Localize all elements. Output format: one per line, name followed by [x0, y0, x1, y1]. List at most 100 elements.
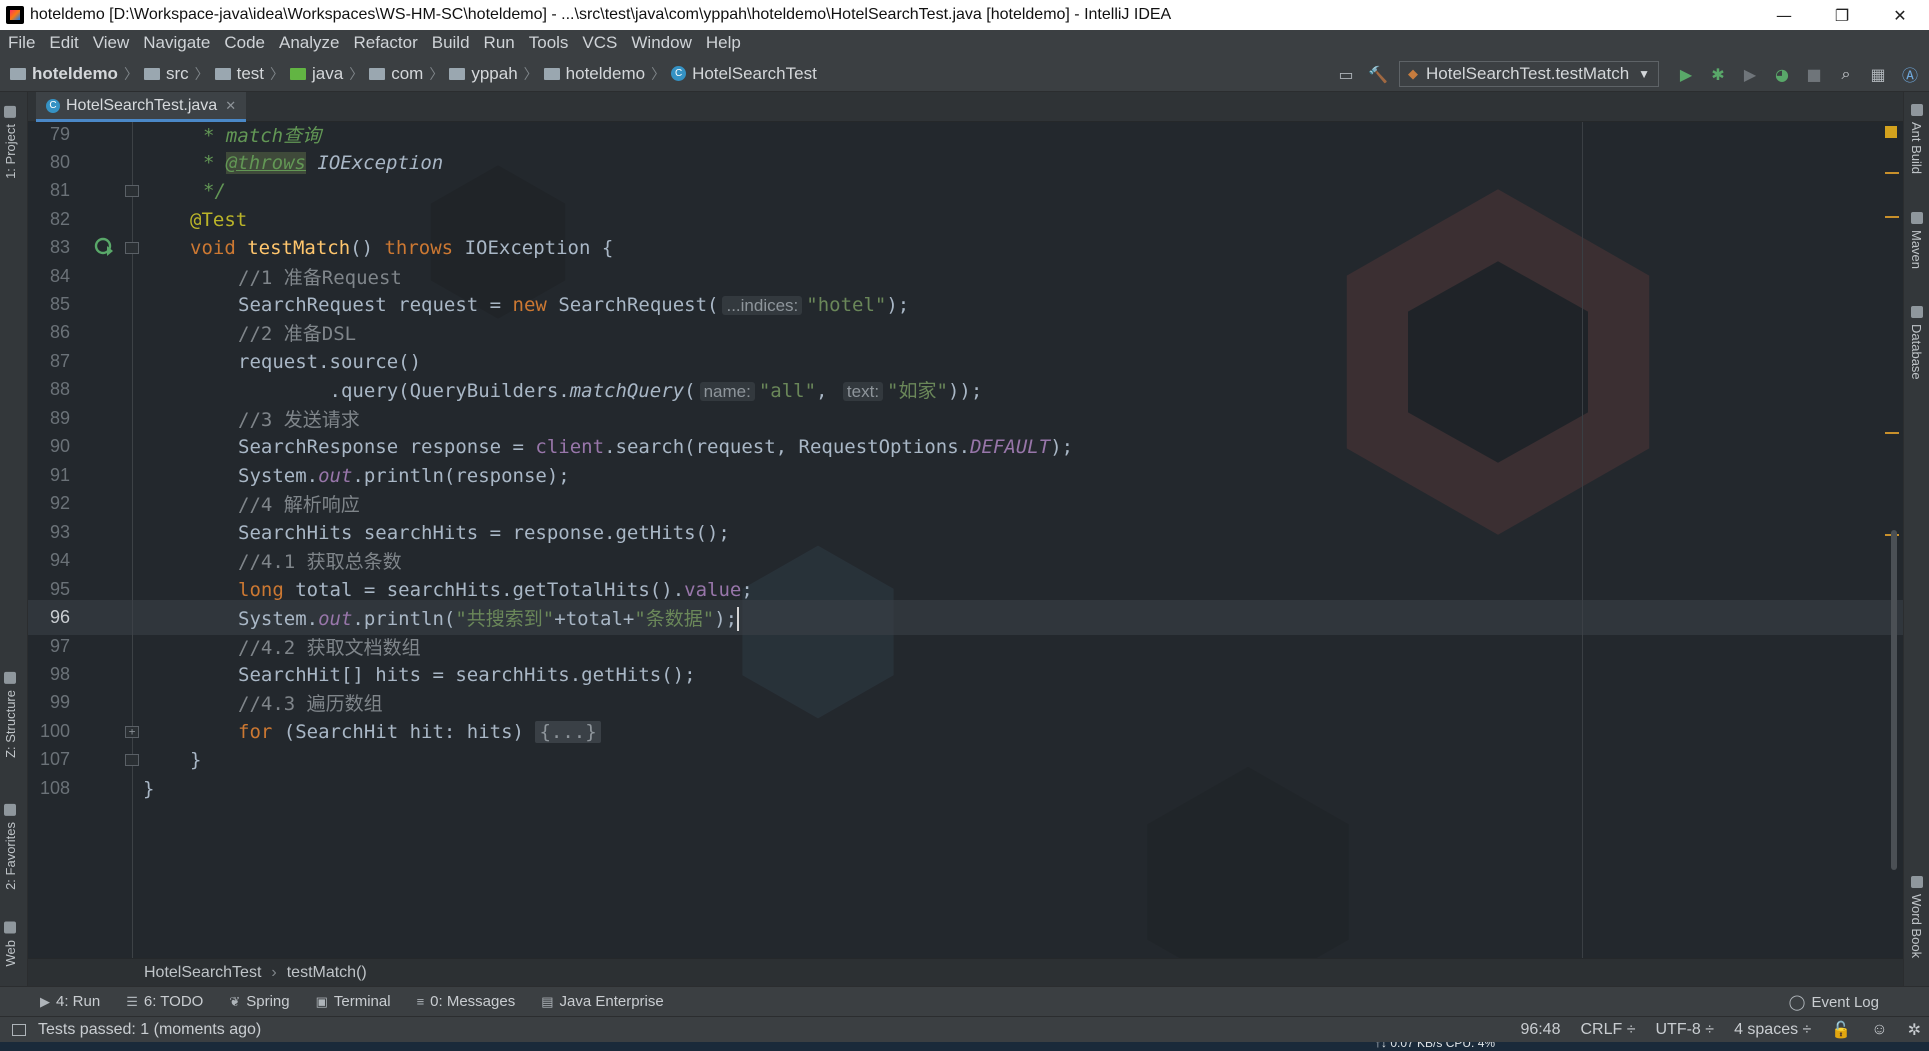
- breadcrumb-class[interactable]: C HotelSearchTest: [671, 64, 817, 84]
- breadcrumb-project[interactable]: hoteldemo: [10, 64, 118, 84]
- menu-view[interactable]: View: [93, 33, 130, 53]
- tool-tab-maven[interactable]: Maven: [1909, 212, 1924, 269]
- method-name: testMatch: [247, 236, 351, 259]
- translate-icon[interactable]: Ⓐ: [1897, 61, 1923, 87]
- menu-vcs[interactable]: VCS: [582, 33, 617, 53]
- code-text: //3 发送请求: [238, 405, 360, 432]
- minimize-button[interactable]: —: [1755, 0, 1813, 30]
- line-number: 98: [49, 664, 70, 684]
- memory-icon[interactable]: ✲: [1908, 1020, 1921, 1040]
- breadcrumb-test[interactable]: test: [214, 64, 264, 84]
- tool-tab-database[interactable]: Database: [1909, 306, 1924, 380]
- breadcrumb-hoteldemo-package[interactable]: hoteldemo: [543, 64, 645, 84]
- line-number: 79: [49, 124, 70, 144]
- menu-help[interactable]: Help: [706, 33, 741, 53]
- encoding-selector[interactable]: UTF-8 ÷: [1656, 1021, 1715, 1039]
- editor-tab-hotelsearchtest[interactable]: C HotelSearchTest.java ✕: [36, 92, 247, 122]
- fold-start-icon[interactable]: [125, 242, 139, 254]
- star-icon: [4, 804, 17, 816]
- tool-window-run[interactable]: ▶ 4: Run: [40, 993, 100, 1010]
- tool-window-messages[interactable]: ≡ 0: Messages: [417, 993, 516, 1010]
- keyword: void: [190, 236, 248, 259]
- tool-tab-label: 1: Project: [3, 124, 18, 179]
- event-log-button[interactable]: ◯ Event Log: [1789, 987, 1879, 1017]
- breadcrumb-com[interactable]: com: [369, 64, 423, 84]
- line-number: 99: [49, 692, 70, 712]
- tool-tab-web[interactable]: Web: [3, 922, 18, 967]
- menu-build[interactable]: Build: [432, 33, 470, 53]
- annotation: @Test: [190, 208, 248, 231]
- tool-window-terminal[interactable]: ▣ Terminal: [316, 993, 391, 1010]
- project-structure-icon[interactable]: ▦: [1865, 61, 1891, 87]
- code-token: (): [350, 236, 385, 259]
- tool-tab-project[interactable]: 1: Project: [3, 106, 18, 179]
- menu-analyze[interactable]: Analyze: [279, 33, 339, 53]
- event-log-label: Event Log: [1811, 993, 1879, 1011]
- menu-navigate[interactable]: Navigate: [143, 33, 210, 53]
- close-icon[interactable]: ✕: [225, 98, 236, 114]
- tool-tab-word-book[interactable]: Word Book: [1909, 876, 1924, 958]
- menu-file[interactable]: File: [8, 33, 35, 53]
- code-token: .search(request, RequestOptions.: [604, 435, 971, 458]
- fold-end-icon[interactable]: [125, 754, 139, 766]
- fold-end-icon[interactable]: [125, 185, 139, 197]
- fold-expand-icon[interactable]: +: [125, 726, 139, 738]
- lock-icon[interactable]: 🔓: [1831, 1020, 1851, 1040]
- breadcrumb-src[interactable]: src: [143, 64, 189, 84]
- menu-window[interactable]: Window: [631, 33, 691, 53]
- tool-tab-ant-build[interactable]: Ant Build: [1909, 104, 1924, 174]
- caret-position[interactable]: 96:48: [1520, 1021, 1560, 1039]
- code-text: long total = searchHits.getTotalHits().v…: [238, 579, 753, 601]
- close-window-button[interactable]: ✕: [1871, 0, 1929, 30]
- tool-tab-favorites[interactable]: 2: Favorites: [3, 804, 18, 890]
- package-icon: [369, 67, 386, 80]
- vertical-scrollbar-thumb[interactable]: [1891, 530, 1897, 870]
- warning-marker[interactable]: [1885, 432, 1899, 434]
- field-reference: client: [535, 435, 605, 458]
- menu-edit[interactable]: Edit: [49, 33, 78, 53]
- code-breadcrumb-class[interactable]: HotelSearchTest: [144, 964, 261, 982]
- menu-code[interactable]: Code: [224, 33, 265, 53]
- structure-icon: [4, 672, 17, 684]
- maximize-button[interactable]: ❐: [1813, 0, 1871, 30]
- search-icon[interactable]: ⌕: [1833, 61, 1859, 87]
- layout-icon[interactable]: ▭: [1333, 61, 1359, 87]
- string-literal: "条数据": [634, 607, 715, 630]
- run-configuration-select[interactable]: ◆ HotelSearchTest.testMatch ▼: [1399, 61, 1659, 87]
- breadcrumb-yppah[interactable]: yppah: [449, 64, 518, 84]
- tool-window-label: Spring: [246, 993, 290, 1010]
- run-test-gutter-icon[interactable]: [94, 237, 114, 257]
- warning-marker[interactable]: [1885, 216, 1899, 218]
- tool-window-toggle-icon[interactable]: [12, 1023, 26, 1036]
- tool-window-todo[interactable]: ☰ 6: TODO: [126, 993, 203, 1010]
- menu-tools[interactable]: Tools: [529, 33, 569, 53]
- menu-refactor[interactable]: Refactor: [353, 33, 417, 53]
- menu-run[interactable]: Run: [484, 33, 515, 53]
- code-editor[interactable]: 79 * match查询 80 * @throws IOException 81…: [28, 122, 1903, 958]
- warning-marker[interactable]: [1885, 172, 1899, 174]
- status-message[interactable]: Tests passed: 1 (moments ago): [0, 1021, 261, 1039]
- code-breadcrumb-method[interactable]: testMatch(): [287, 964, 367, 982]
- debug-button[interactable]: ✱: [1705, 61, 1731, 87]
- run-button[interactable]: ▶: [1673, 61, 1699, 87]
- tool-window-spring[interactable]: ❦ Spring: [229, 993, 289, 1010]
- comment: //4.3 遍历数组: [238, 693, 383, 715]
- code-text: //1 准备Request: [238, 263, 402, 290]
- inspector-icon[interactable]: ☺: [1871, 1021, 1887, 1039]
- line-number: 97: [49, 636, 70, 656]
- build-hammer-icon[interactable]: 🔨: [1365, 61, 1391, 87]
- line-number: 80: [49, 152, 70, 172]
- analysis-status-icon[interactable]: [1885, 126, 1897, 138]
- profile-button[interactable]: ◕: [1769, 61, 1795, 87]
- indent-selector[interactable]: 4 spaces ÷: [1734, 1021, 1811, 1039]
- line-separator-selector[interactable]: CRLF ÷: [1580, 1021, 1635, 1039]
- folded-region[interactable]: {...}: [535, 720, 601, 743]
- tool-window-java-enterprise[interactable]: ▤ Java Enterprise: [541, 993, 664, 1010]
- string-literal: "共搜索到": [455, 607, 555, 630]
- tool-window-label: 6: TODO: [143, 993, 204, 1010]
- stop-button[interactable]: ■: [1801, 61, 1827, 87]
- intellij-logo-icon: [6, 6, 24, 24]
- run-coverage-button[interactable]: ▶: [1737, 61, 1763, 87]
- breadcrumb-java[interactable]: java: [290, 64, 343, 84]
- tool-tab-structure[interactable]: Z: Structure: [3, 672, 18, 758]
